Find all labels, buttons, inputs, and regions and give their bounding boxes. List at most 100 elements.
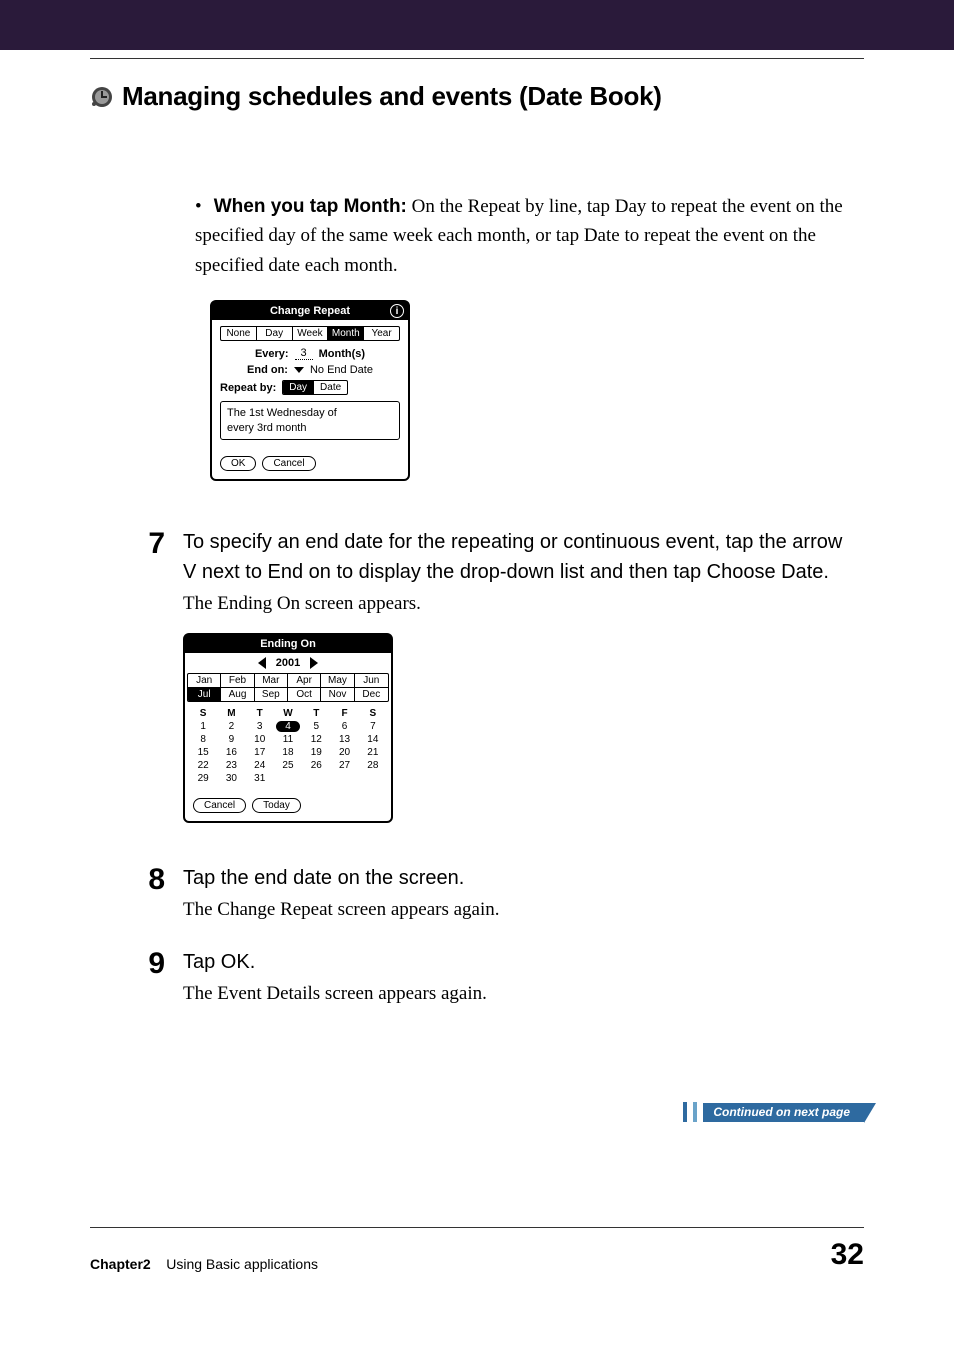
step-8-sub: The Change Repeat screen appears again.: [183, 899, 854, 921]
step-7-title-b: next to End on to display the drop-down …: [196, 561, 829, 583]
cal-day[interactable]: 24: [248, 760, 272, 771]
cal-day[interactable]: 16: [219, 747, 243, 758]
cal-day[interactable]: 29: [191, 773, 215, 784]
every-value-field[interactable]: 3: [295, 347, 313, 360]
cal-day[interactable]: 17: [248, 747, 272, 758]
month-apr[interactable]: Apr: [288, 674, 321, 688]
ending-today-button[interactable]: Today: [252, 798, 301, 813]
cal-day[interactable]: 31: [248, 773, 272, 784]
endon-value[interactable]: No End Date: [310, 364, 373, 376]
month-nov[interactable]: Nov: [321, 688, 354, 701]
month-feb[interactable]: Feb: [221, 674, 254, 688]
month-jun[interactable]: Jun: [355, 674, 388, 688]
cal-day: [361, 773, 385, 784]
step-7-title: To specify an end date for the repeating…: [183, 527, 854, 587]
step-9-title: Tap OK.: [183, 947, 854, 977]
cal-day[interactable]: 5: [304, 721, 328, 732]
tab-week[interactable]: Week: [293, 327, 329, 340]
cal-day[interactable]: 22: [191, 760, 215, 771]
dialog-titlebar: Change Repeat i: [212, 302, 408, 320]
cal-day[interactable]: 15: [191, 747, 215, 758]
down-arrow-icon: V: [183, 561, 196, 583]
prev-year-icon[interactable]: [258, 657, 266, 669]
step-7-title-a: To specify an end date for the repeating…: [183, 531, 842, 553]
continued-banner-wrap: Continued on next page: [683, 1102, 864, 1122]
weekday-t2: T: [304, 708, 328, 719]
bullet-dot: •: [195, 192, 209, 221]
tab-month[interactable]: Month: [328, 327, 364, 340]
cal-day[interactable]: 21: [361, 747, 385, 758]
step-9: 9 Tap OK. The Event Details screen appea…: [90, 947, 864, 1005]
footer-page-number: 32: [831, 1238, 864, 1272]
cal-day[interactable]: 14: [361, 734, 385, 745]
cal-day[interactable]: 27: [332, 760, 356, 771]
every-unit: Month(s): [319, 348, 365, 360]
month-jul[interactable]: Jul: [188, 688, 221, 701]
info-icon[interactable]: i: [390, 304, 404, 318]
page-footer: Chapter2 Using Basic applications 32: [90, 1227, 864, 1272]
next-year-icon[interactable]: [310, 657, 318, 669]
cal-day[interactable]: 20: [332, 747, 356, 758]
footer-chapter-text: Using Basic applications: [166, 1256, 318, 1272]
weekday-t1: T: [248, 708, 272, 719]
cal-day[interactable]: 28: [361, 760, 385, 771]
ending-on-dialog: Ending On 2001 Jan Feb Mar Apr May Jun: [183, 633, 393, 823]
footer-rule: [90, 1227, 864, 1228]
tab-year[interactable]: Year: [364, 327, 399, 340]
ending-cancel-button[interactable]: Cancel: [193, 798, 246, 813]
cal-day[interactable]: 19: [304, 747, 328, 758]
cal-day[interactable]: 23: [219, 760, 243, 771]
readout-line2: every 3rd month: [227, 421, 393, 435]
cal-day[interactable]: 8: [191, 734, 215, 745]
top-banner: [0, 0, 954, 50]
cal-day: [332, 773, 356, 784]
repeatby-date[interactable]: Date: [314, 381, 347, 394]
month-dec[interactable]: Dec: [355, 688, 388, 701]
month-mar[interactable]: Mar: [255, 674, 288, 688]
calendar-grid: S M T W T F S 1 2 3 4 5 6 7 8: [191, 708, 385, 784]
repeatby-label: Repeat by:: [220, 382, 276, 394]
cal-day-selected[interactable]: 4: [276, 721, 300, 732]
readout-line1: The 1st Wednesday of: [227, 406, 393, 420]
cal-day[interactable]: 26: [304, 760, 328, 771]
tab-none[interactable]: None: [221, 327, 257, 340]
step-7-number: 7: [125, 527, 165, 561]
footer-chapter: Chapter2: [90, 1256, 151, 1272]
datebook-icon: [90, 85, 114, 109]
cal-day[interactable]: 12: [304, 734, 328, 745]
ending-on-title: Ending On: [260, 638, 316, 650]
cal-day[interactable]: 25: [276, 760, 300, 771]
cal-day[interactable]: 7: [361, 721, 385, 732]
dialog-title: Change Repeat: [270, 305, 350, 317]
repeatby-day[interactable]: Day: [283, 381, 314, 394]
endon-dropdown-arrow-icon[interactable]: [294, 367, 304, 373]
repeatby-tabs: Day Date: [282, 380, 348, 395]
ok-button[interactable]: OK: [220, 456, 256, 471]
cancel-button[interactable]: Cancel: [262, 456, 315, 471]
endon-label: End on:: [247, 364, 288, 376]
cal-day[interactable]: 6: [332, 721, 356, 732]
month-sep[interactable]: Sep: [255, 688, 288, 701]
step-7-sub: The Ending On screen appears.: [183, 593, 854, 615]
cal-day[interactable]: 9: [219, 734, 243, 745]
continued-bar-icon: [693, 1102, 697, 1122]
cal-day[interactable]: 3: [248, 721, 272, 732]
step-9-number: 9: [125, 947, 165, 981]
cal-day[interactable]: 1: [191, 721, 215, 732]
cal-day[interactable]: 11: [276, 734, 300, 745]
weekday-s2: S: [361, 708, 385, 719]
header-rule: [90, 58, 864, 59]
cal-day: [304, 773, 328, 784]
month-oct[interactable]: Oct: [288, 688, 321, 701]
cal-day[interactable]: 18: [276, 747, 300, 758]
cal-day[interactable]: 10: [248, 734, 272, 745]
tab-day[interactable]: Day: [257, 327, 293, 340]
cal-day[interactable]: 2: [219, 721, 243, 732]
cal-day[interactable]: 30: [219, 773, 243, 784]
step-8-title: Tap the end date on the screen.: [183, 863, 854, 893]
month-aug[interactable]: Aug: [221, 688, 254, 701]
month-jan[interactable]: Jan: [188, 674, 221, 688]
cal-day[interactable]: 13: [332, 734, 356, 745]
month-may[interactable]: May: [321, 674, 354, 688]
month-grid: Jan Feb Mar Apr May Jun Jul Aug Sep Oct …: [187, 673, 389, 702]
